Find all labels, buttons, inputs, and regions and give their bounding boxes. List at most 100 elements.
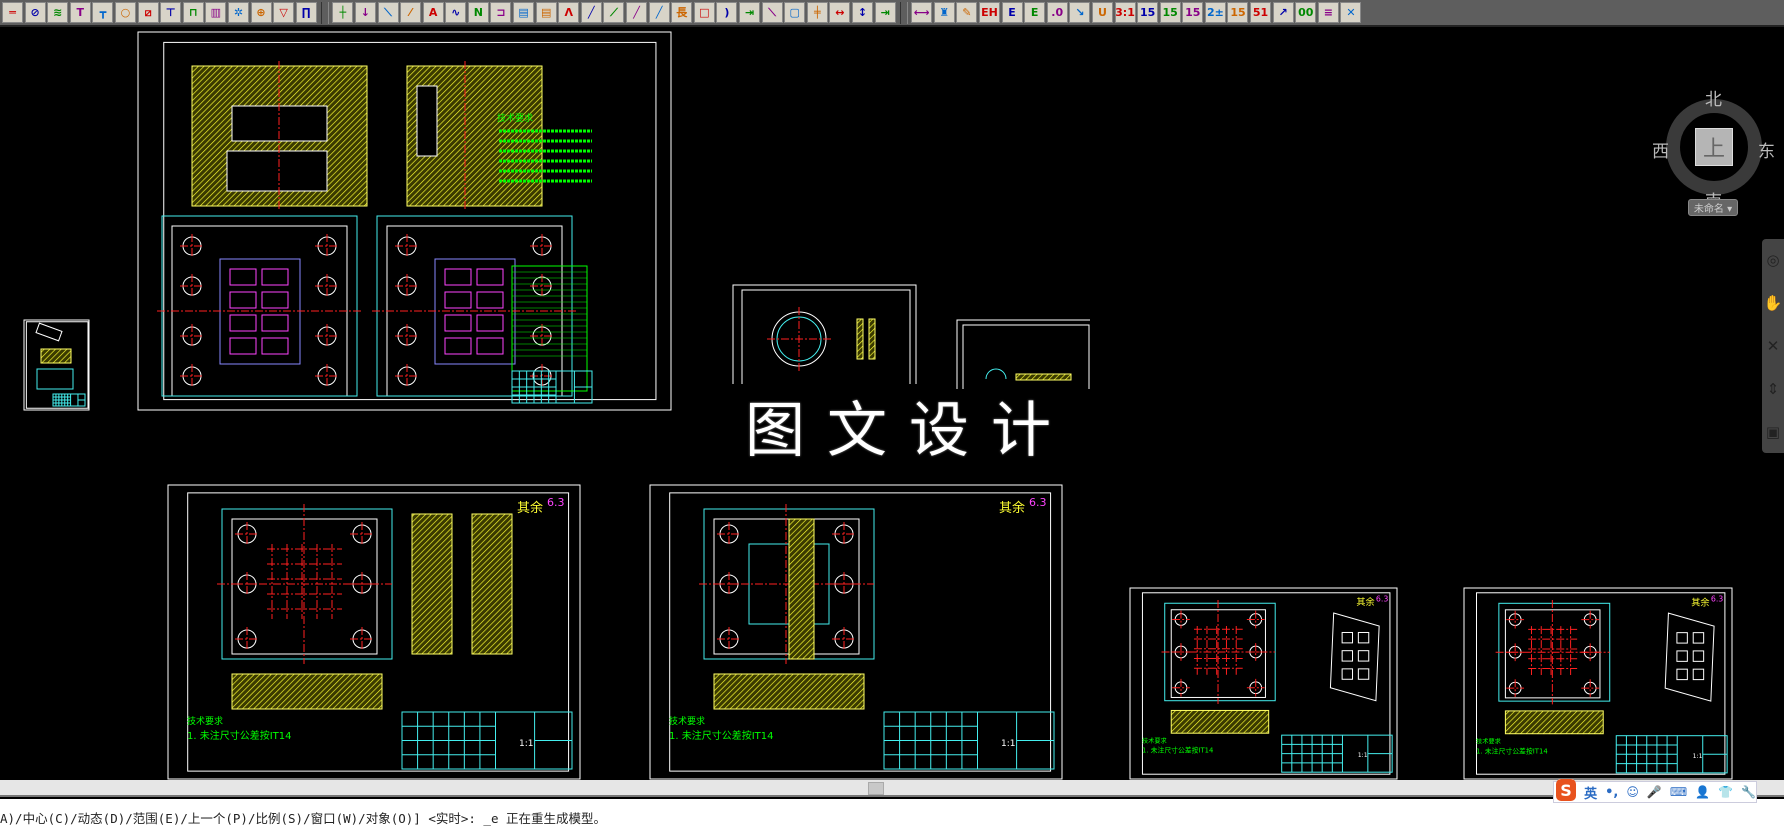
dim-frame <box>376 215 573 397</box>
steering-wheel-icon[interactable]: ◎ <box>1766 251 1779 269</box>
countersunk-button[interactable]: ▽ <box>273 2 295 23</box>
box-dim-button[interactable]: 15 <box>1227 2 1249 23</box>
roughness-value: 6.3 <box>1029 496 1047 509</box>
slash-button[interactable]: ╱ <box>580 2 602 23</box>
scrollbar-thumb[interactable] <box>868 782 884 795</box>
drawing-canvas[interactable]: 技术要求 图文设计 其余 6.3 技术要求 1. 未注尺寸公差按IT14 1:1 其余 6… <box>0 27 1784 780</box>
pin-button[interactable]: ○ <box>114 2 136 23</box>
linear-dim-button[interactable]: ⟷ <box>911 2 933 23</box>
ime-language-toggle[interactable]: 英 <box>1584 783 1597 802</box>
microphone-icon[interactable]: 🎤 <box>1647 785 1662 799</box>
orbit-icon[interactable]: ⇕ <box>1767 380 1780 398</box>
e-axis-button[interactable]: E <box>1001 2 1023 23</box>
command-line[interactable]: A)/中心(C)/动态(D)/范围(E)/上一个(P)/比例(S)/窗口(W)/… <box>0 799 1784 830</box>
section-label-button[interactable]: A <box>422 2 444 23</box>
zigzag-button[interactable]: N <box>467 2 489 23</box>
keyboard-icon[interactable]: ⌨ <box>1670 785 1687 799</box>
angle-icon: Λ <box>564 6 573 19</box>
drawing-sheet-core[interactable]: 其余 6.3 技术要求1. 未注尺寸公差按IT14 1:1 <box>1463 587 1733 780</box>
sogou-logo-icon[interactable]: S <box>1556 779 1577 801</box>
offset-dim-button[interactable]: ⇥ <box>874 2 896 23</box>
drawing-sheet-cavity[interactable]: 其余 6.3 技术要求1. 未注尺寸公差按IT14 1:1 <box>1129 587 1398 780</box>
vertical-dim-button[interactable]: ↕ <box>851 2 873 23</box>
target-button[interactable]: ⊕ <box>250 2 272 23</box>
cavity-insert <box>229 268 257 286</box>
compass-north[interactable]: 北 <box>1705 85 1722 110</box>
section-circle-button[interactable]: ⊘ <box>24 2 46 23</box>
dim-point-button[interactable]: ↔ <box>829 2 851 23</box>
curve-button[interactable]: ∿ <box>445 2 467 23</box>
gear-button[interactable]: ✲ <box>227 2 249 23</box>
wrench-icon[interactable]: 🔧 <box>1741 785 1756 799</box>
tolerance-dim-icon: 2± <box>1206 6 1224 19</box>
s-dim-button[interactable]: 15 <box>1137 2 1159 23</box>
centerline-button[interactable]: ┼ <box>332 2 354 23</box>
tolerance-dim-button[interactable]: 2± <box>1204 2 1226 23</box>
double-hatch-button[interactable]: ⟋ <box>603 2 625 23</box>
leader-button[interactable]: ⁄ <box>400 2 422 23</box>
line-2-button[interactable]: ╱ <box>648 2 670 23</box>
eh-button[interactable]: EH <box>978 2 1000 23</box>
isometric-part <box>1329 612 1380 702</box>
drawing-sheet-moving-plate[interactable]: 其余 6.3 技术要求 1. 未注尺寸公差按IT14 1:1 <box>167 484 581 780</box>
dim-15-button[interactable]: 15 <box>1159 2 1181 23</box>
zoom-extents-icon[interactable]: ✕ <box>1767 337 1780 355</box>
bracket-button[interactable]: ⊓ <box>182 2 204 23</box>
hatch-line-button[interactable]: ⟍ <box>377 2 399 23</box>
line-icon: ╱ <box>633 6 640 19</box>
align-button[interactable]: ⇥ <box>739 2 760 23</box>
t-bolt-button[interactable]: ┳ <box>92 2 114 23</box>
drawing-sheet-part[interactable] <box>956 319 1090 389</box>
compass-east[interactable]: 东 <box>1758 137 1775 162</box>
zero-dim-button[interactable]: .0 <box>1046 2 1068 23</box>
arrow-dim-button[interactable]: ↗ <box>1272 2 1294 23</box>
drawing-sheet-ring[interactable] <box>732 284 917 384</box>
emoji-icon[interactable]: ☺ <box>1626 785 1639 799</box>
horizontal-scrollbar[interactable] <box>0 780 1784 797</box>
radius-button[interactable]: □ <box>693 2 715 23</box>
viewcube-top-face[interactable]: 上 <box>1695 128 1733 166</box>
color-fill-button[interactable]: ▤ <box>513 2 535 23</box>
u-dim-button[interactable]: U <box>1091 2 1113 23</box>
dim-15b-button[interactable]: 15 <box>1182 2 1204 23</box>
compass-west[interactable]: 西 <box>1652 137 1669 162</box>
eraser-button[interactable]: ✎ <box>956 2 978 23</box>
e-fraction-button[interactable]: E <box>1024 2 1046 23</box>
shaft-button[interactable]: ═ <box>2 2 23 23</box>
arrow-section-button[interactable]: ↓ <box>354 2 376 23</box>
point-line-button[interactable]: ⟍ <box>761 2 783 23</box>
viewcube[interactable]: 北 南 东 西 上 <box>1652 85 1775 212</box>
delete-dim-button[interactable]: ✕ <box>1340 2 1362 23</box>
drawing-sheet-assembly[interactable]: 技术要求 <box>137 31 672 411</box>
reverse-dim-button[interactable]: 51 <box>1250 2 1272 23</box>
ime-punctuation-toggle[interactable]: •, <box>1605 785 1618 800</box>
hatch-button[interactable]: ⧄ <box>137 2 159 23</box>
user-icon[interactable]: 👤 <box>1695 785 1710 799</box>
showmotion-icon[interactable]: ▣ <box>1766 423 1780 441</box>
rectangle-button[interactable]: ▢ <box>784 2 806 23</box>
skin-icon[interactable]: 👕 <box>1718 785 1733 799</box>
bearing-button[interactable]: ▥ <box>205 2 227 23</box>
bushing-button[interactable]: ∏ <box>295 2 317 23</box>
hatched-section <box>1015 373 1072 381</box>
color-fill-2-button[interactable]: ▤ <box>535 2 557 23</box>
pan-icon[interactable]: ✋ <box>1764 294 1783 312</box>
break-button[interactable]: ⊐ <box>490 2 512 23</box>
screw-button[interactable]: T <box>69 2 91 23</box>
cross-line-button[interactable]: ╪ <box>806 2 828 23</box>
spring-button[interactable]: ≋ <box>47 2 69 23</box>
line-button[interactable]: ╱ <box>626 2 648 23</box>
drawing-sheet-fixed-plate[interactable]: 其余 6.3 技术要求 1. 未注尺寸公差按IT14 1:1 <box>649 484 1063 780</box>
ordinate-button[interactable]: ↘ <box>1069 2 1091 23</box>
long-button[interactable]: 長 <box>671 2 693 23</box>
bolt-button[interactable]: ⊤ <box>160 2 182 23</box>
angle-button[interactable]: Λ <box>558 2 580 23</box>
ratio-dim-button[interactable]: 3:1 <box>1114 2 1136 23</box>
brush-button[interactable]: ♜ <box>933 2 955 23</box>
multi-dim-button[interactable]: 00 <box>1295 2 1317 23</box>
stack-dim-button[interactable]: ≡ <box>1317 2 1339 23</box>
cavity-insert <box>444 314 472 332</box>
drawing-sheet-small[interactable] <box>23 319 90 411</box>
ucs-menu-button[interactable]: 未命名 ▾ <box>1688 199 1738 216</box>
arc-button[interactable]: ) <box>716 2 738 23</box>
